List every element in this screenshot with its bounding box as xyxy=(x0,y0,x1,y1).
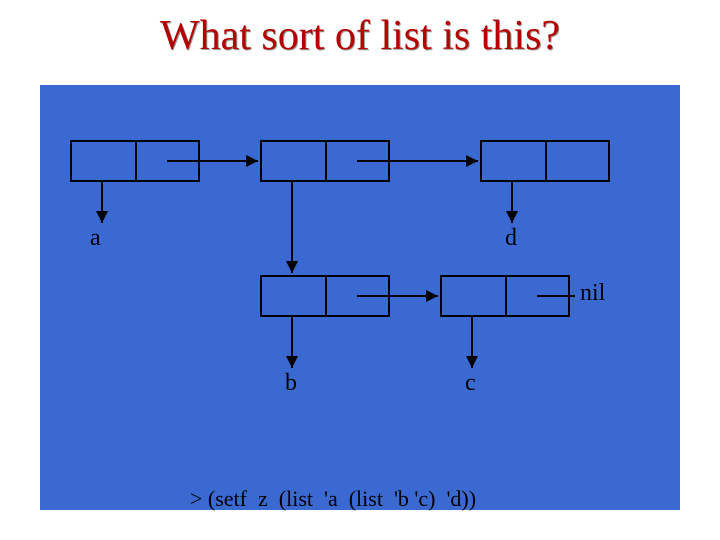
arrows-svg xyxy=(40,85,680,510)
slide-title: What sort of list is this? xyxy=(0,12,720,60)
diagram-canvas: a d nil b c > (setf z (list 'a (list 'b … xyxy=(40,85,680,510)
slide: What sort of list is this? a d nil b c >… xyxy=(0,0,720,540)
